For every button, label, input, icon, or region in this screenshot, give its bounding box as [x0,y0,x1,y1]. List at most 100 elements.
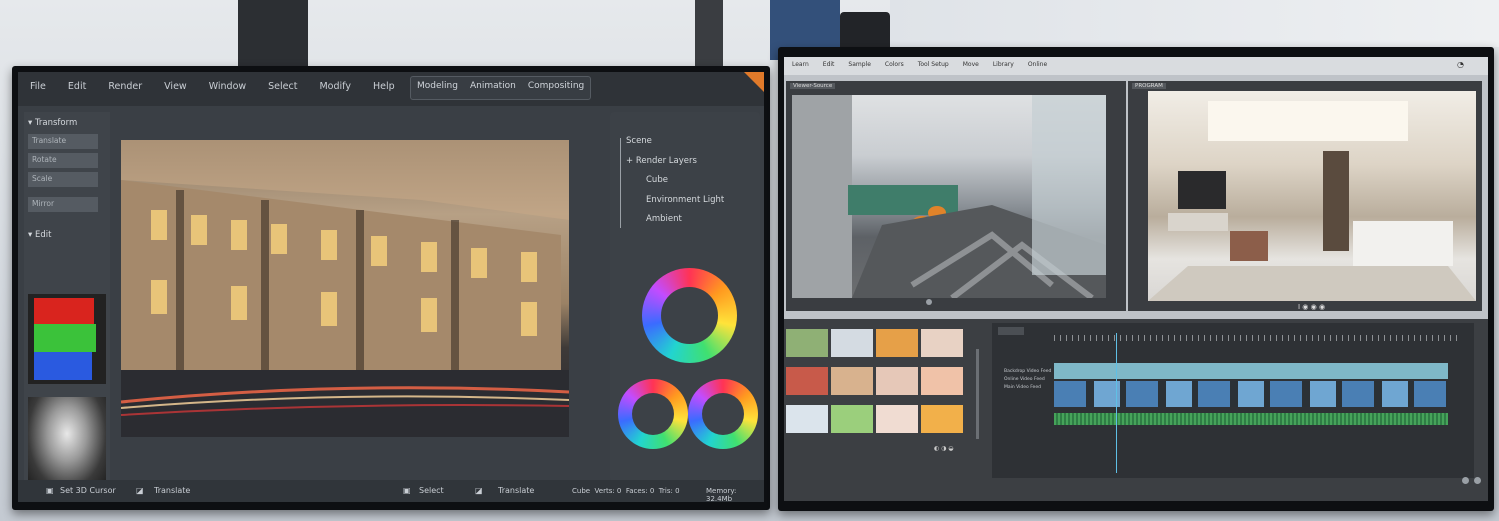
background-column-middle [695,0,723,66]
tool-sidebar: ▾ Transform Translate Rotate Scale Mirro… [24,112,110,489]
media-clip[interactable] [831,405,873,433]
timeline-ruler[interactable] [1054,335,1458,341]
menu-sample[interactable]: Sample [848,61,871,68]
bin-view-icons[interactable]: ◐ ◑ ◒ [934,445,954,452]
edit-workspace: ◐ ◑ ◒ Backdrop Video Feed Online Video F… [784,319,1488,501]
menu-library[interactable]: Library [993,61,1014,68]
viewport-image-building[interactable] [121,140,569,437]
timeline-header-tab[interactable] [998,327,1024,335]
scale-button[interactable]: Scale [28,172,98,187]
video-track-top[interactable] [1054,363,1448,379]
tree-item-ambient[interactable]: Ambient [626,210,724,230]
scene-tree: Scene + Render Layers Cube Environment L… [626,132,724,230]
media-clip[interactable] [831,367,873,395]
menu-move[interactable]: Move [963,61,979,68]
memory-readout: Memory: 32.4Mb [706,487,737,502]
building-photo [121,140,569,437]
corner-accent [744,72,764,92]
mirror-button[interactable]: Mirror [28,197,98,212]
media-clip[interactable] [921,329,963,357]
grayscale-thumbnail[interactable] [28,397,106,489]
tab-animation[interactable]: Animation [464,77,522,99]
select-icon: ▣ [403,486,411,495]
media-clip[interactable] [876,367,918,395]
color-wheel-left[interactable] [618,379,688,449]
media-clip[interactable] [876,329,918,357]
bin-scrollbar[interactable] [976,349,979,439]
source-viewer[interactable]: Viewer-Source [786,81,1126,311]
video-track-clips[interactable] [1054,381,1448,407]
menu-help[interactable]: Help [373,81,395,92]
menu-bar: File Edit Render View Window Select Modi… [18,72,764,106]
menu-online[interactable]: Online [1028,61,1047,68]
red-channel [34,298,94,324]
menu-learn[interactable]: Learn [792,61,809,68]
menu-tool-setup[interactable]: Tool Setup [918,61,949,68]
tree-render-layers[interactable]: + Render Layers [626,152,724,172]
living-room-image [1148,91,1476,301]
program-viewer[interactable]: PROGRAM I ◉ ◉ ◉ [1128,81,1482,311]
media-clip[interactable] [786,405,828,433]
track-label-online: Online Video Feed [1004,377,1045,382]
menu-edit[interactable]: Edit [68,81,86,92]
media-bin: ◐ ◑ ◒ [786,327,976,455]
blue-channel [34,352,92,380]
living-room-photo [1148,101,1476,301]
window-control-icon[interactable]: ◔ [1457,60,1464,69]
tab-compositing[interactable]: Compositing [522,77,590,99]
audio-track[interactable] [1054,413,1448,425]
transform-header[interactable]: ▾ Transform [28,118,110,128]
viewer-scrub-handle[interactable] [926,299,932,305]
menu-window[interactable]: Window [209,81,246,92]
3d-editor-window: File Edit Render View Window Select Modi… [18,72,764,502]
status-select[interactable]: Select [419,486,444,495]
menu-edit[interactable]: Edit [823,61,835,68]
office-lobby-image [792,95,1106,301]
render-layers-label: Render Layers [635,155,697,166]
rgb-channel-thumbnail[interactable] [28,294,106,384]
status-set-3d-cursor[interactable]: Set 3D Cursor [60,486,116,495]
rotate-button[interactable]: Rotate [28,153,98,168]
background-column-left [238,0,308,66]
menu-select[interactable]: Select [268,81,297,92]
menu-modify[interactable]: Modify [319,81,350,92]
media-clip[interactable] [786,367,828,395]
status-translate-right[interactable]: Translate [498,486,534,495]
track-label-main: Main Video Feed [1004,385,1041,390]
timeline-fit-button[interactable] [1474,477,1481,484]
monitor-stand [840,12,890,52]
tree-connector [620,138,621,228]
timeline-playhead[interactable] [1116,333,1117,473]
translate-button[interactable]: Translate [28,134,98,149]
edit-header[interactable]: ▾ Edit [28,230,110,240]
program-viewer-tag: PROGRAM [1132,83,1166,89]
menu-colors[interactable]: Colors [885,61,904,68]
timeline-zoom-button[interactable] [1462,477,1469,484]
tree-root-scene[interactable]: Scene [626,132,724,152]
office-photo [792,95,1106,301]
media-clip[interactable] [786,329,828,357]
transform-header-label: Transform [34,118,78,128]
status-translate-left[interactable]: Translate [154,486,190,495]
outliner-panel: Scene + Render Layers Cube Environment L… [610,112,760,482]
track-label-backdrop: Backdrop Video Feed [1004,369,1052,374]
tree-item-cube[interactable]: Cube [626,171,724,191]
timeline-panel: Backdrop Video Feed Online Video Feed Ma… [992,323,1474,478]
media-clip[interactable] [831,329,873,357]
right-monitor: Learn Edit Sample Colors Tool Setup Move… [778,47,1494,511]
menu-view[interactable]: View [164,81,187,92]
media-clip[interactable] [921,405,963,433]
menu-file[interactable]: File [30,81,46,92]
media-clip[interactable] [876,405,918,433]
menu-items: File Edit Render View Window Select Modi… [30,81,395,92]
mesh-stats: Cube Verts: 0 Faces: 0 Tris: 0 [572,487,680,495]
green-channel [34,324,96,352]
playback-controls[interactable]: I ◉ ◉ ◉ [1298,303,1325,311]
tab-modeling[interactable]: Modeling [411,77,464,99]
color-wheel-main[interactable] [642,268,737,363]
menu-render[interactable]: Render [108,81,142,92]
translate-icon: ◪ [136,486,144,495]
color-wheel-right[interactable] [688,379,758,449]
media-clip[interactable] [921,367,963,395]
tree-item-environment-light[interactable]: Environment Light [626,191,724,211]
